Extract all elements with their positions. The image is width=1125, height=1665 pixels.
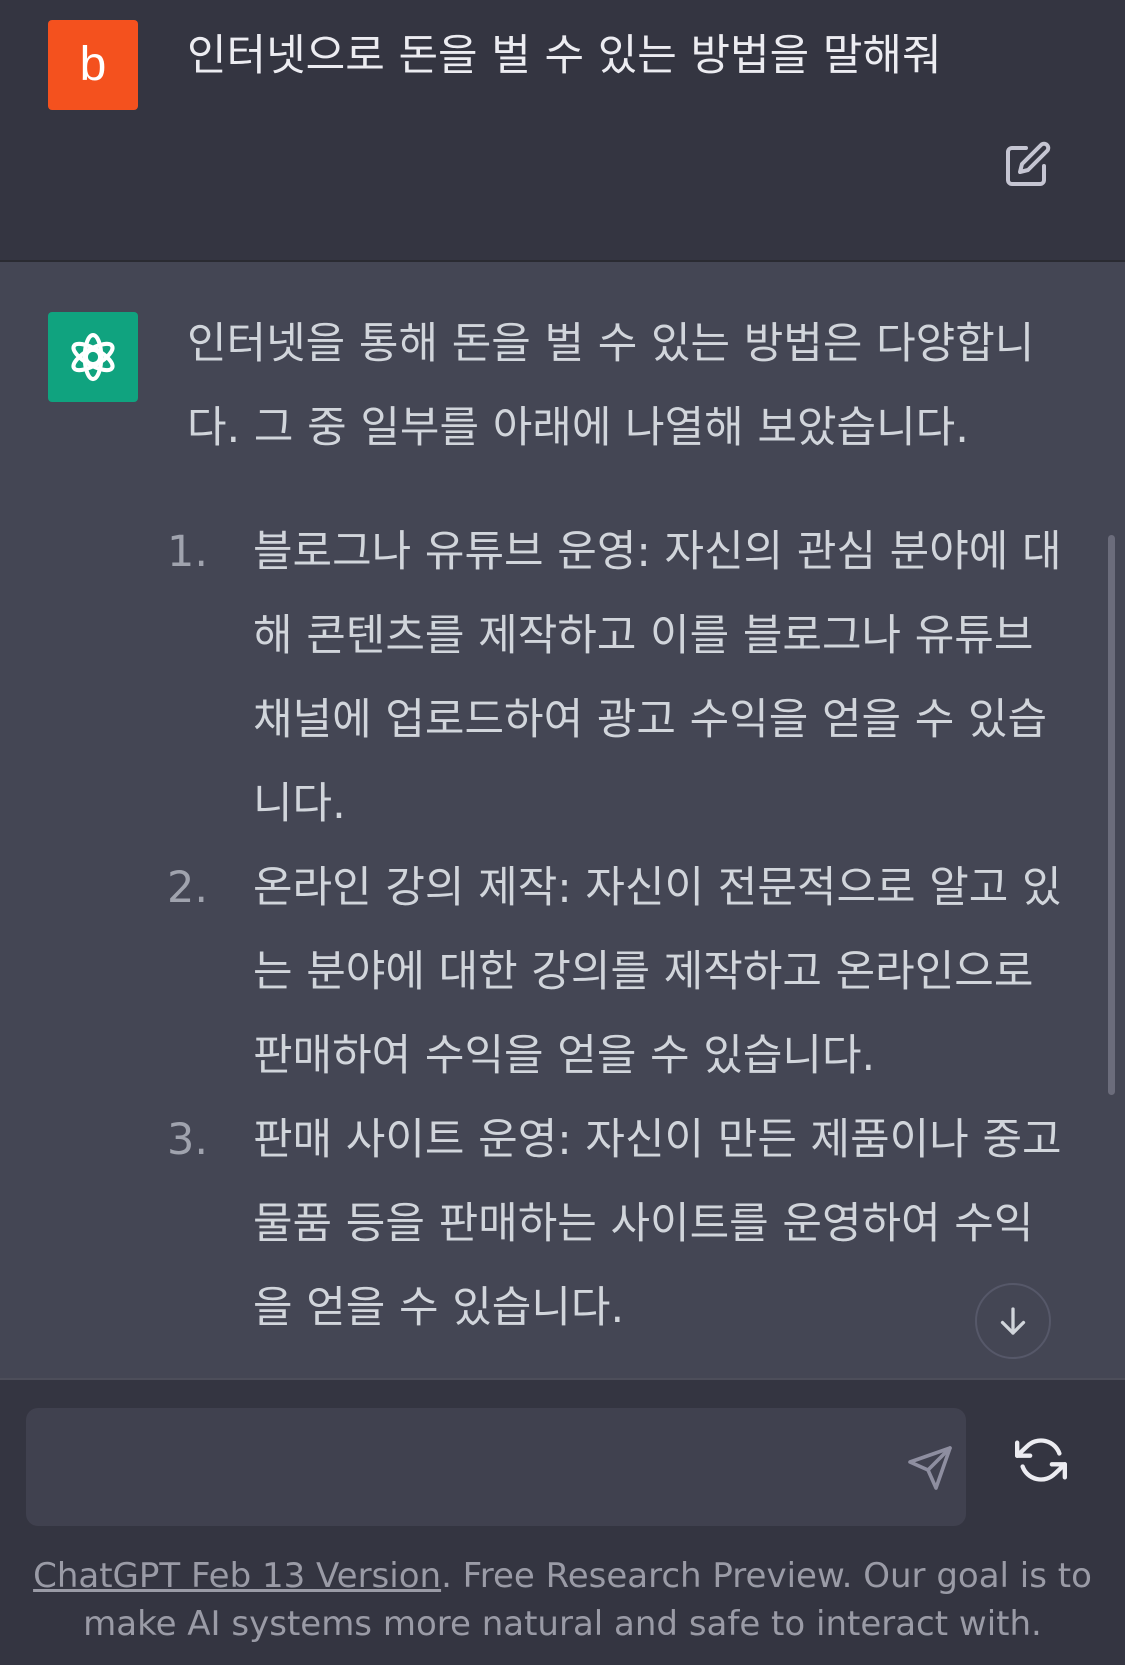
assistant-avatar [48,312,138,402]
user-message-text: 인터넷으로 돈을 벌 수 있는 방법을 말해줘 [187,31,942,81]
list-item-text: 블로그나 유튜브 운영: 자신의 관심 분야에 대해 콘텐츠를 제작하고 이를 … [253,527,1062,829]
edit-icon[interactable] [1004,140,1052,188]
regenerate-icon[interactable] [1015,1434,1067,1486]
list-item-number: 3. [167,1115,209,1165]
message-input[interactable] [50,1438,874,1496]
footer-disclaimer: ChatGPT Feb 13 Version. Free Research Pr… [30,1552,1095,1648]
scrollbar[interactable] [1108,535,1115,1095]
composer-area: ChatGPT Feb 13 Version. Free Research Pr… [0,1378,1125,1665]
list-item-number: 2. [167,863,209,913]
send-icon[interactable] [906,1444,954,1492]
assistant-intro-text: 인터넷을 통해 돈을 벌 수 있는 방법은 다양합니다. 그 중 일부를 아래에… [187,319,1035,453]
assistant-message-content: 인터넷을 통해 돈을 벌 수 있는 방법은 다양합니다. 그 중 일부를 아래에… [167,302,1067,1350]
user-avatar: b [48,20,138,110]
answer-list: 1. 블로그나 유튜브 운영: 자신의 관심 분야에 대해 콘텐츠를 제작하고 … [167,510,1067,1350]
list-item: 3. 판매 사이트 운영: 자신이 만든 제품이나 중고 물품 등을 판매하는 … [167,1098,1067,1350]
version-link[interactable]: ChatGPT Feb 13 Version [33,1556,441,1596]
openai-logo-icon [71,332,115,382]
list-item: 2. 온라인 강의 제작: 자신이 전문적으로 알고 있는 분야에 대한 강의를… [167,846,1067,1098]
list-item-number: 1. [167,527,209,577]
arrow-down-icon [1000,1307,1026,1335]
message-input-box[interactable] [26,1408,966,1526]
user-message-row: b 인터넷으로 돈을 벌 수 있는 방법을 말해줘 [0,0,1125,262]
list-item-text: 판매 사이트 운영: 자신이 만든 제품이나 중고 물품 등을 판매하는 사이트… [253,1115,1062,1333]
chat-screen: b 인터넷으로 돈을 벌 수 있는 방법을 말해줘 인터넷을 통해 돈을 벌 수… [0,0,1125,1665]
list-item: 1. 블로그나 유튜브 운영: 자신의 관심 분야에 대해 콘텐츠를 제작하고 … [167,510,1067,846]
scroll-down-button[interactable] [975,1283,1051,1359]
list-item-text: 온라인 강의 제작: 자신이 전문적으로 알고 있는 분야에 대한 강의를 제작… [253,863,1062,1081]
assistant-message-row: 인터넷을 통해 돈을 벌 수 있는 방법은 다양합니다. 그 중 일부를 아래에… [0,262,1125,1378]
